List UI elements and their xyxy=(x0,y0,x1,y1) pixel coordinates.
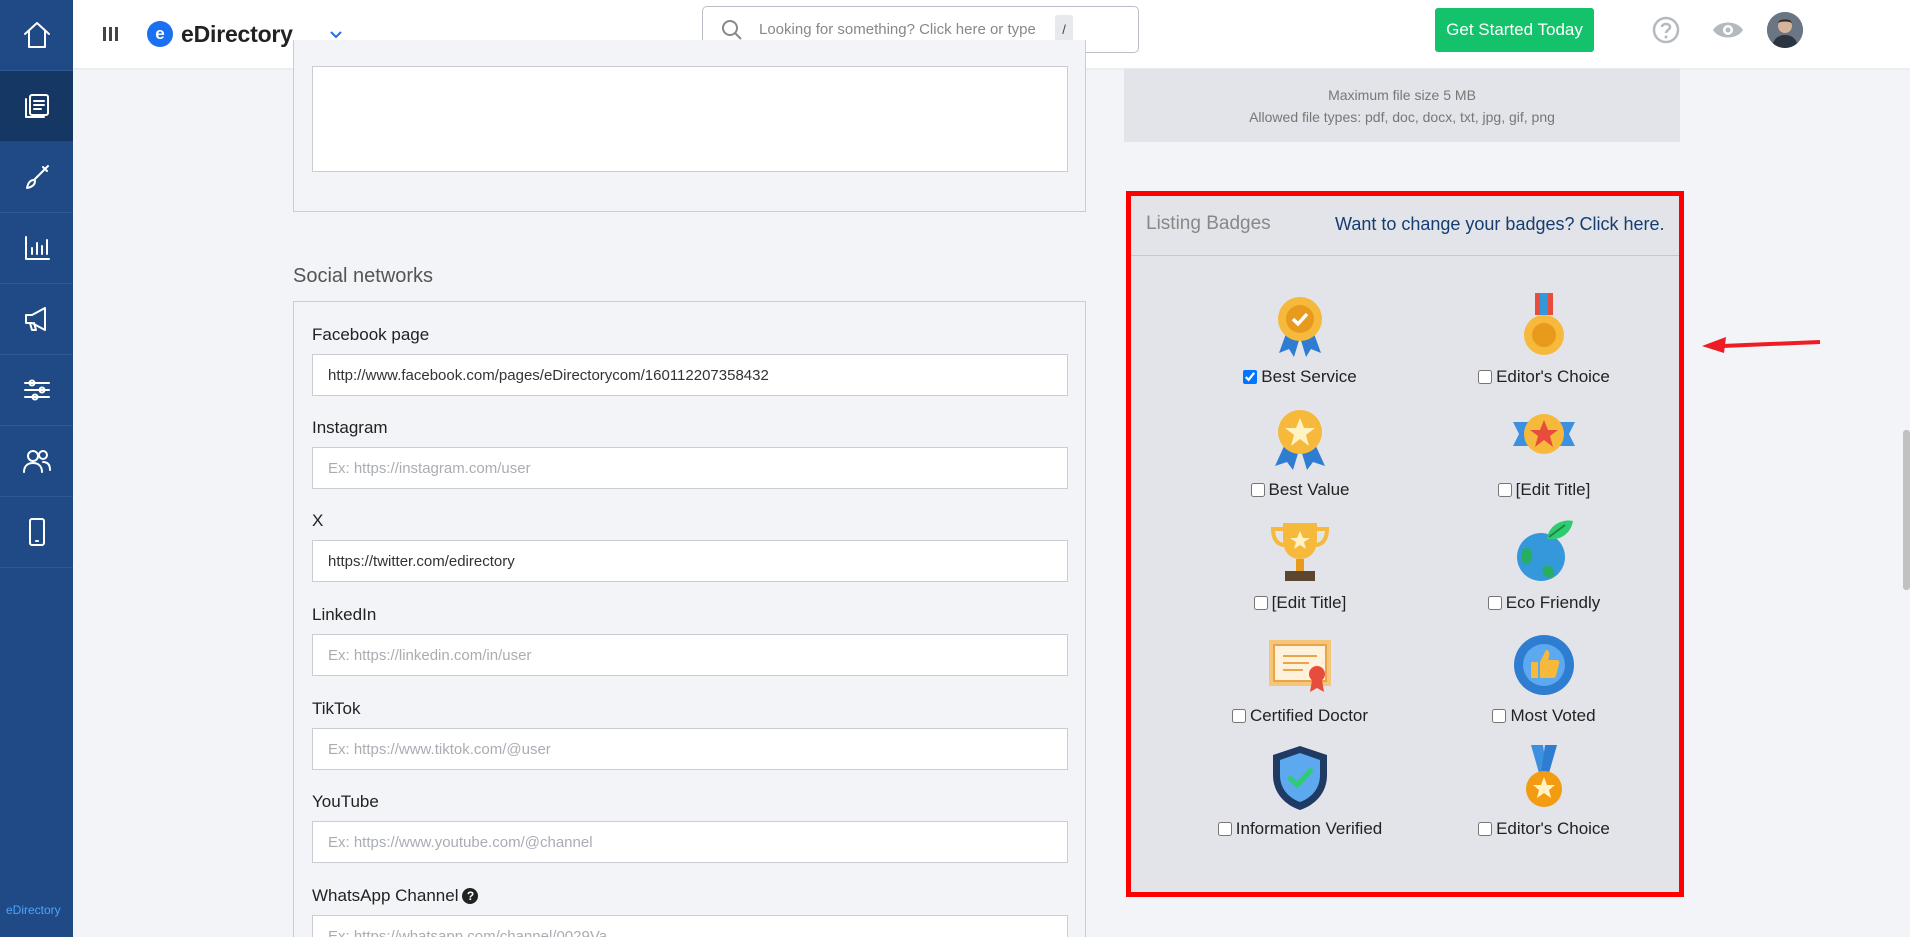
instagram-input[interactable] xyxy=(312,447,1068,489)
sidebar-item-users[interactable] xyxy=(0,426,73,497)
description-textarea[interactable] xyxy=(312,66,1068,172)
sidebar-item-settings[interactable] xyxy=(0,355,73,426)
scrollbar[interactable] xyxy=(1903,430,1910,590)
tiktok-label: TikTok xyxy=(312,699,361,718)
home-icon xyxy=(23,22,50,48)
linkedin-input[interactable] xyxy=(312,634,1068,676)
sidebar-brand: eDirectory xyxy=(6,903,61,917)
design-icon xyxy=(25,165,49,189)
logo-icon: e xyxy=(147,21,173,47)
sidebar-item-mobile[interactable] xyxy=(0,497,73,568)
description-card xyxy=(293,40,1086,212)
mobile-icon xyxy=(28,518,45,546)
sidebar-item-reports[interactable] xyxy=(0,213,73,284)
whatsapp-channel-input[interactable] xyxy=(312,915,1068,937)
help-icon[interactable] xyxy=(1651,15,1681,45)
annotation-arrow-icon xyxy=(1702,337,1821,353)
facebook-input[interactable] xyxy=(312,354,1068,396)
menu-toggle-button[interactable] xyxy=(103,27,121,41)
chevron-down-icon[interactable] xyxy=(329,27,343,41)
question-icon[interactable]: ? xyxy=(462,888,479,904)
facebook-label: Facebook page xyxy=(312,325,430,344)
linkedin-label: LinkedIn xyxy=(312,605,377,624)
get-started-button[interactable]: Get Started Today xyxy=(1435,8,1594,52)
search-input[interactable] xyxy=(759,21,1049,38)
upload-allowed-types: Allowed file types: pdf, doc, docx, txt,… xyxy=(1249,109,1555,125)
upload-max-size: Maximum file size 5 MB xyxy=(1328,87,1476,103)
logo-text: eDirectory xyxy=(181,20,293,47)
x-input[interactable] xyxy=(312,540,1068,582)
preview-eye-icon[interactable] xyxy=(1711,15,1745,45)
sidebar-item-listings[interactable] xyxy=(0,71,73,142)
avatar-image xyxy=(1767,12,1803,48)
instagram-label: Instagram xyxy=(312,418,388,437)
users-icon xyxy=(22,450,51,473)
listing-icon xyxy=(24,94,49,118)
file-upload-area[interactable]: Maximum file size 5 MB Allowed file type… xyxy=(1124,69,1680,142)
search-icon xyxy=(722,19,742,40)
reports-icon xyxy=(24,236,50,260)
highlight-box xyxy=(1126,191,1684,897)
youtube-label: YouTube xyxy=(312,792,379,811)
sidebar-item-home[interactable] xyxy=(0,0,73,71)
sidebar-item-design[interactable] xyxy=(0,142,73,213)
sidebar-item-promote[interactable] xyxy=(0,284,73,355)
tiktok-input[interactable] xyxy=(312,728,1068,770)
whatsapp-channel-label-text: WhatsApp Channel xyxy=(312,886,459,905)
x-label: X xyxy=(312,511,324,530)
social-networks-title: Social networks xyxy=(293,265,434,287)
promote-icon xyxy=(24,307,46,331)
sidebar: eDirectory xyxy=(0,0,73,937)
social-networks-card: Facebook page Instagram X LinkedIn TikTo… xyxy=(293,301,1086,937)
whatsapp-channel-label: WhatsApp Channel? xyxy=(312,886,479,906)
youtube-input[interactable] xyxy=(312,821,1068,863)
avatar[interactable] xyxy=(1767,12,1803,48)
settings-icon xyxy=(23,379,50,401)
